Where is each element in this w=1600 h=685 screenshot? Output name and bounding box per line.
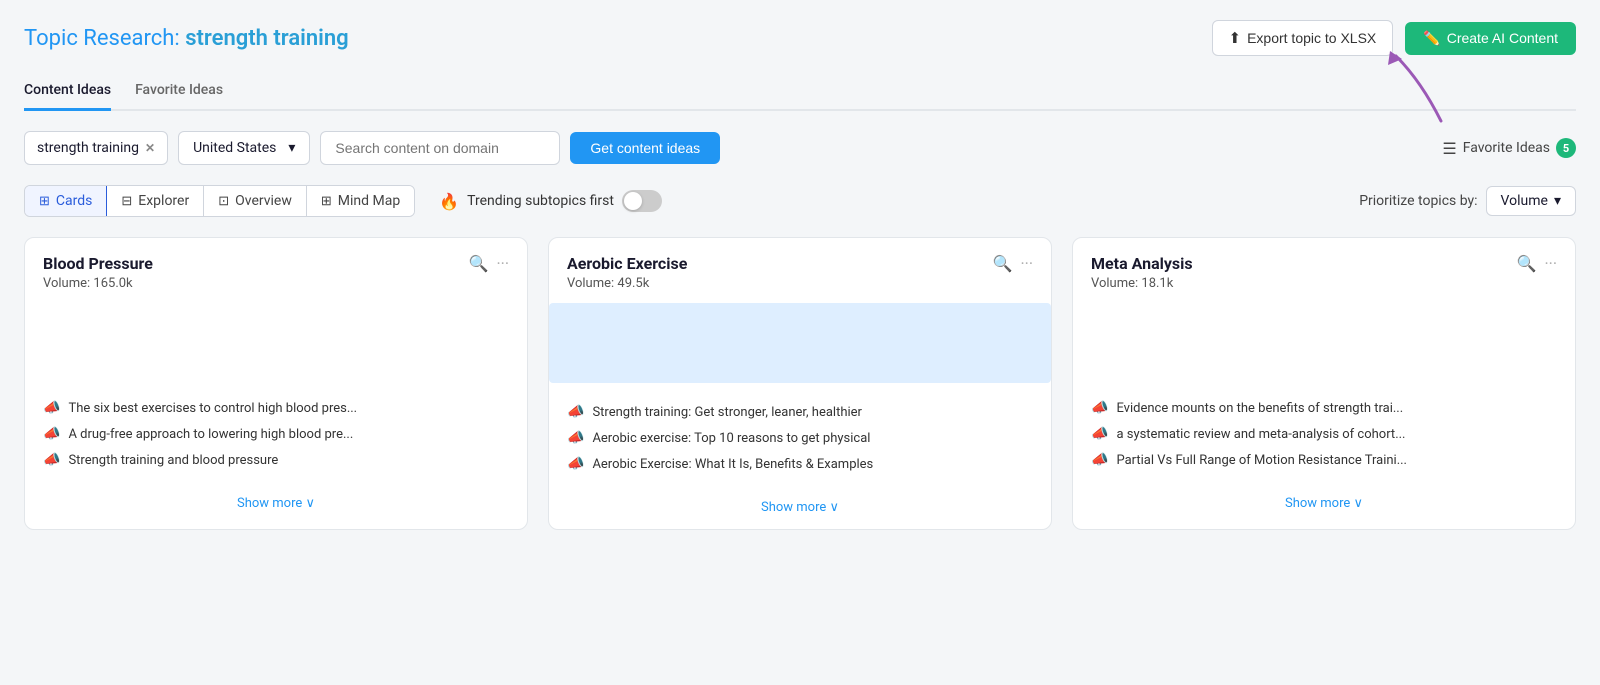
favorite-ideas-button[interactable]: ☰ Favorite Ideas 5 [1442, 138, 1576, 158]
more-options-icon[interactable]: ··· [496, 254, 509, 273]
more-options-icon[interactable]: ··· [1544, 254, 1557, 273]
card-title: Meta Analysis [1091, 254, 1193, 273]
create-ai-button[interactable]: ✏️ Create AI Content [1405, 22, 1576, 55]
view-tab-cards[interactable]: ⊞ Cards [25, 186, 107, 216]
view-tab-explorer[interactable]: ⊟ Explorer [107, 186, 204, 216]
megaphone-icon: 📣 [1091, 452, 1108, 468]
megaphone-icon: 📣 [567, 456, 584, 472]
show-more-button[interactable]: Show more ∨ [1285, 496, 1363, 511]
search-icon[interactable]: 🔍 [993, 254, 1013, 273]
trending-toggle[interactable] [622, 190, 662, 212]
card-items: 📣 The six best exercises to control high… [25, 383, 527, 481]
card-items: 📣 Strength training: Get stronger, leane… [549, 387, 1051, 485]
show-more-button[interactable]: Show more ∨ [761, 500, 839, 515]
list-icon: ☰ [1442, 139, 1456, 158]
keyword-pill: strength training ✕ [24, 131, 168, 165]
list-item: 📣 Strength training and blood pressure [43, 447, 509, 473]
table-icon: ⊟ [121, 194, 132, 209]
cards-icon: ⊞ [39, 194, 50, 209]
header-actions: ⬆ Export topic to XLSX ✏️ Create AI Cont… [1212, 20, 1577, 56]
list-item: 📣 Evidence mounts on the benefits of str… [1091, 395, 1557, 421]
chevron-down-icon: ▾ [288, 140, 295, 156]
trending-section: 🔥 Trending subtopics first [439, 190, 662, 212]
card-items: 📣 Evidence mounts on the benefits of str… [1073, 383, 1575, 481]
megaphone-icon: 📣 [567, 430, 584, 446]
megaphone-icon: 📣 [567, 404, 584, 420]
megaphone-icon: 📣 [43, 400, 60, 416]
search-icon[interactable]: 🔍 [1517, 254, 1537, 273]
page-title: Topic Research: strength training [24, 26, 349, 51]
overview-icon: ⊡ [218, 194, 229, 209]
chevron-down-icon: ▾ [1554, 193, 1561, 209]
tab-content-ideas[interactable]: Content Ideas [24, 74, 111, 111]
keyword-clear-button[interactable]: ✕ [145, 141, 155, 155]
controls-row: strength training ✕ United States ▾ Get … [24, 131, 1576, 165]
view-tab-mindmap[interactable]: ⊞ Mind Map [307, 186, 414, 216]
fire-icon: 🔥 [439, 192, 459, 211]
export-button[interactable]: ⬆ Export topic to XLSX [1212, 20, 1394, 56]
view-tabs: ⊞ Cards ⊟ Explorer ⊡ Overview ⊞ Mind Map [24, 185, 415, 217]
card-title: Aerobic Exercise [567, 254, 687, 273]
show-more-button[interactable]: Show more ∨ [237, 496, 315, 511]
more-options-icon[interactable]: ··· [1020, 254, 1033, 273]
list-item: 📣 Partial Vs Full Range of Motion Resist… [1091, 447, 1557, 473]
list-item: 📣 Aerobic Exercise: What It Is, Benefits… [567, 451, 1033, 477]
card-title: Blood Pressure [43, 254, 153, 273]
mindmap-icon: ⊞ [321, 194, 332, 209]
list-item: 📣 The six best exercises to control high… [43, 395, 509, 421]
tab-favorite-ideas[interactable]: Favorite Ideas [135, 74, 223, 111]
get-ideas-button[interactable]: Get content ideas [570, 132, 720, 164]
card-meta-analysis: Meta Analysis Volume: 18.1k 🔍 ··· 📣 Evid… [1072, 237, 1576, 530]
view-row: ⊞ Cards ⊟ Explorer ⊡ Overview ⊞ Mind Map… [24, 185, 1576, 217]
search-icon[interactable]: 🔍 [469, 254, 489, 273]
list-item: 📣 a systematic review and meta-analysis … [1091, 421, 1557, 447]
volume-select[interactable]: Volume ▾ [1486, 186, 1576, 216]
megaphone-icon: 📣 [43, 426, 60, 442]
cards-grid: Blood Pressure Volume: 165.0k 🔍 ··· 📣 Th… [24, 237, 1576, 530]
card-volume: Volume: 18.1k [1091, 276, 1193, 291]
edit-icon: ✏️ [1423, 30, 1440, 47]
location-select[interactable]: United States ▾ [178, 131, 310, 165]
card-volume: Volume: 49.5k [567, 276, 687, 291]
megaphone-icon: 📣 [1091, 426, 1108, 442]
main-tabs: Content Ideas Favorite Ideas [24, 74, 1576, 111]
list-item: 📣 A drug-free approach to lowering high … [43, 421, 509, 447]
list-item: 📣 Strength training: Get stronger, leane… [567, 399, 1033, 425]
card-blood-pressure: Blood Pressure Volume: 165.0k 🔍 ··· 📣 Th… [24, 237, 528, 530]
megaphone-icon: 📣 [43, 452, 60, 468]
list-item: 📣 Aerobic exercise: Top 10 reasons to ge… [567, 425, 1033, 451]
card-volume: Volume: 165.0k [43, 276, 153, 291]
export-icon: ⬆ [1229, 29, 1242, 47]
megaphone-icon: 📣 [1091, 400, 1108, 416]
domain-search-input[interactable] [320, 131, 560, 165]
card-aerobic-exercise: Aerobic Exercise Volume: 49.5k 🔍 ··· 📣 S… [548, 237, 1052, 530]
prioritize-section: Prioritize topics by: Volume ▾ [1359, 186, 1576, 216]
view-tab-overview[interactable]: ⊡ Overview [204, 186, 307, 216]
favorite-count-badge: 5 [1556, 138, 1576, 158]
